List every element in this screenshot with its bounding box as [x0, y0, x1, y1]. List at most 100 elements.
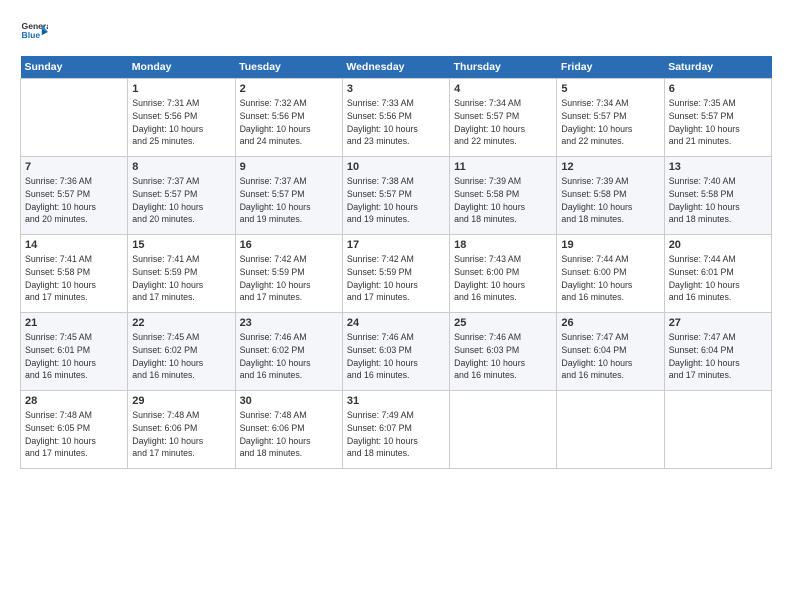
- day-number: 30: [240, 395, 338, 407]
- day-info: Sunrise: 7:45 AM Sunset: 6:02 PM Dayligh…: [132, 331, 230, 382]
- calendar-cell: 8 Sunrise: 7:37 AM Sunset: 5:57 PM Daylig…: [128, 157, 235, 235]
- day-info: Sunrise: 7:39 AM Sunset: 5:58 PM Dayligh…: [454, 175, 552, 226]
- calendar-cell: 2 Sunrise: 7:32 AM Sunset: 5:56 PM Daylig…: [235, 79, 342, 157]
- day-info: Sunrise: 7:32 AM Sunset: 5:56 PM Dayligh…: [240, 97, 338, 148]
- calendar-week-row: 1Sunrise: 7:31 AM Sunset: 5:56 PM Daylig…: [21, 79, 772, 157]
- day-info: Sunrise: 7:46 AM Sunset: 6:03 PM Dayligh…: [454, 331, 552, 382]
- calendar-header-row: SundayMondayTuesdayWednesdayThursdayFrid…: [21, 56, 772, 79]
- calendar-cell: [664, 391, 771, 469]
- day-info: Sunrise: 7:43 AM Sunset: 6:00 PM Dayligh…: [454, 253, 552, 304]
- calendar-cell: 9 Sunrise: 7:37 AM Sunset: 5:57 PM Daylig…: [235, 157, 342, 235]
- column-header-sunday: Sunday: [21, 56, 128, 79]
- day-number: 3: [347, 83, 445, 95]
- calendar-table: SundayMondayTuesdayWednesdayThursdayFrid…: [20, 56, 772, 469]
- day-number: 13: [669, 161, 767, 173]
- day-info: Sunrise: 7:44 AM Sunset: 6:01 PM Dayligh…: [669, 253, 767, 304]
- logo: General Blue: [20, 18, 48, 46]
- day-number: 14: [25, 239, 123, 251]
- day-info: Sunrise: 7:42 AM Sunset: 5:59 PM Dayligh…: [347, 253, 445, 304]
- calendar-cell: [557, 391, 664, 469]
- day-number: 5: [561, 83, 659, 95]
- day-info: Sunrise: 7:39 AM Sunset: 5:58 PM Dayligh…: [561, 175, 659, 226]
- day-number: 1: [132, 83, 230, 95]
- day-info: Sunrise: 7:47 AM Sunset: 6:04 PM Dayligh…: [669, 331, 767, 382]
- calendar-cell: 3 Sunrise: 7:33 AM Sunset: 5:56 PM Daylig…: [342, 79, 449, 157]
- day-info: Sunrise: 7:38 AM Sunset: 5:57 PM Dayligh…: [347, 175, 445, 226]
- day-number: 10: [347, 161, 445, 173]
- calendar-cell: 22 Sunrise: 7:45 AM Sunset: 6:02 PM Dayli…: [128, 313, 235, 391]
- calendar-cell: 31 Sunrise: 7:49 AM Sunset: 6:07 PM Dayli…: [342, 391, 449, 469]
- calendar-cell: 14 Sunrise: 7:41 AM Sunset: 5:58 PM Dayli…: [21, 235, 128, 313]
- calendar-cell: 16Sunrise: 7:42 AM Sunset: 5:59 PM Dayli…: [235, 235, 342, 313]
- calendar-cell: 25 Sunrise: 7:46 AM Sunset: 6:03 PM Dayli…: [450, 313, 557, 391]
- calendar-cell: 26Sunrise: 7:47 AM Sunset: 6:04 PM Dayli…: [557, 313, 664, 391]
- day-number: 2: [240, 83, 338, 95]
- logo-icon: General Blue: [20, 18, 48, 46]
- calendar-cell: 29 Sunrise: 7:48 AM Sunset: 6:06 PM Dayli…: [128, 391, 235, 469]
- day-info: Sunrise: 7:48 AM Sunset: 6:05 PM Dayligh…: [25, 409, 123, 460]
- calendar-cell: 13 Sunrise: 7:40 AM Sunset: 5:58 PM Dayli…: [664, 157, 771, 235]
- day-info: Sunrise: 7:34 AM Sunset: 5:57 PM Dayligh…: [454, 97, 552, 148]
- day-info: Sunrise: 7:48 AM Sunset: 6:06 PM Dayligh…: [240, 409, 338, 460]
- calendar-cell: 20 Sunrise: 7:44 AM Sunset: 6:01 PM Dayli…: [664, 235, 771, 313]
- calendar-cell: 4 Sunrise: 7:34 AM Sunset: 5:57 PM Daylig…: [450, 79, 557, 157]
- calendar-cell: 6Sunrise: 7:35 AM Sunset: 5:57 PM Daylig…: [664, 79, 771, 157]
- column-header-thursday: Thursday: [450, 56, 557, 79]
- day-info: Sunrise: 7:47 AM Sunset: 6:04 PM Dayligh…: [561, 331, 659, 382]
- calendar-cell: 21Sunrise: 7:45 AM Sunset: 6:01 PM Dayli…: [21, 313, 128, 391]
- day-number: 27: [669, 317, 767, 329]
- calendar-cell: 28 Sunrise: 7:48 AM Sunset: 6:05 PM Dayli…: [21, 391, 128, 469]
- column-header-wednesday: Wednesday: [342, 56, 449, 79]
- day-info: Sunrise: 7:46 AM Sunset: 6:02 PM Dayligh…: [240, 331, 338, 382]
- day-number: 7: [25, 161, 123, 173]
- calendar-cell: 10 Sunrise: 7:38 AM Sunset: 5:57 PM Dayli…: [342, 157, 449, 235]
- day-info: Sunrise: 7:40 AM Sunset: 5:58 PM Dayligh…: [669, 175, 767, 226]
- calendar-cell: [21, 79, 128, 157]
- day-number: 15: [132, 239, 230, 251]
- calendar-week-row: 7 Sunrise: 7:36 AM Sunset: 5:57 PM Daylig…: [21, 157, 772, 235]
- day-info: Sunrise: 7:34 AM Sunset: 5:57 PM Dayligh…: [561, 97, 659, 148]
- day-info: Sunrise: 7:33 AM Sunset: 5:56 PM Dayligh…: [347, 97, 445, 148]
- calendar-week-row: 28 Sunrise: 7:48 AM Sunset: 6:05 PM Dayli…: [21, 391, 772, 469]
- day-info: Sunrise: 7:37 AM Sunset: 5:57 PM Dayligh…: [132, 175, 230, 226]
- day-number: 25: [454, 317, 552, 329]
- calendar-cell: [450, 391, 557, 469]
- day-number: 18: [454, 239, 552, 251]
- calendar-cell: 1Sunrise: 7:31 AM Sunset: 5:56 PM Daylig…: [128, 79, 235, 157]
- day-number: 17: [347, 239, 445, 251]
- calendar-cell: 23 Sunrise: 7:46 AM Sunset: 6:02 PM Dayli…: [235, 313, 342, 391]
- day-number: 22: [132, 317, 230, 329]
- day-number: 11: [454, 161, 552, 173]
- calendar-week-row: 21Sunrise: 7:45 AM Sunset: 6:01 PM Dayli…: [21, 313, 772, 391]
- calendar-cell: 17 Sunrise: 7:42 AM Sunset: 5:59 PM Dayli…: [342, 235, 449, 313]
- calendar-cell: 18 Sunrise: 7:43 AM Sunset: 6:00 PM Dayli…: [450, 235, 557, 313]
- day-number: 28: [25, 395, 123, 407]
- day-info: Sunrise: 7:41 AM Sunset: 5:58 PM Dayligh…: [25, 253, 123, 304]
- day-number: 4: [454, 83, 552, 95]
- day-number: 19: [561, 239, 659, 251]
- calendar-cell: 24Sunrise: 7:46 AM Sunset: 6:03 PM Dayli…: [342, 313, 449, 391]
- svg-text:Blue: Blue: [22, 30, 41, 40]
- column-header-tuesday: Tuesday: [235, 56, 342, 79]
- day-number: 6: [669, 83, 767, 95]
- calendar-cell: 27 Sunrise: 7:47 AM Sunset: 6:04 PM Dayli…: [664, 313, 771, 391]
- day-number: 9: [240, 161, 338, 173]
- column-header-friday: Friday: [557, 56, 664, 79]
- calendar-cell: 19 Sunrise: 7:44 AM Sunset: 6:00 PM Dayli…: [557, 235, 664, 313]
- day-info: Sunrise: 7:41 AM Sunset: 5:59 PM Dayligh…: [132, 253, 230, 304]
- day-number: 12: [561, 161, 659, 173]
- day-info: Sunrise: 7:37 AM Sunset: 5:57 PM Dayligh…: [240, 175, 338, 226]
- day-number: 8: [132, 161, 230, 173]
- day-number: 24: [347, 317, 445, 329]
- day-info: Sunrise: 7:49 AM Sunset: 6:07 PM Dayligh…: [347, 409, 445, 460]
- calendar-cell: 5 Sunrise: 7:34 AM Sunset: 5:57 PM Daylig…: [557, 79, 664, 157]
- calendar-cell: 30 Sunrise: 7:48 AM Sunset: 6:06 PM Dayli…: [235, 391, 342, 469]
- day-info: Sunrise: 7:44 AM Sunset: 6:00 PM Dayligh…: [561, 253, 659, 304]
- day-number: 29: [132, 395, 230, 407]
- day-info: Sunrise: 7:36 AM Sunset: 5:57 PM Dayligh…: [25, 175, 123, 226]
- day-number: 23: [240, 317, 338, 329]
- day-number: 31: [347, 395, 445, 407]
- column-header-monday: Monday: [128, 56, 235, 79]
- day-number: 20: [669, 239, 767, 251]
- day-info: Sunrise: 7:48 AM Sunset: 6:06 PM Dayligh…: [132, 409, 230, 460]
